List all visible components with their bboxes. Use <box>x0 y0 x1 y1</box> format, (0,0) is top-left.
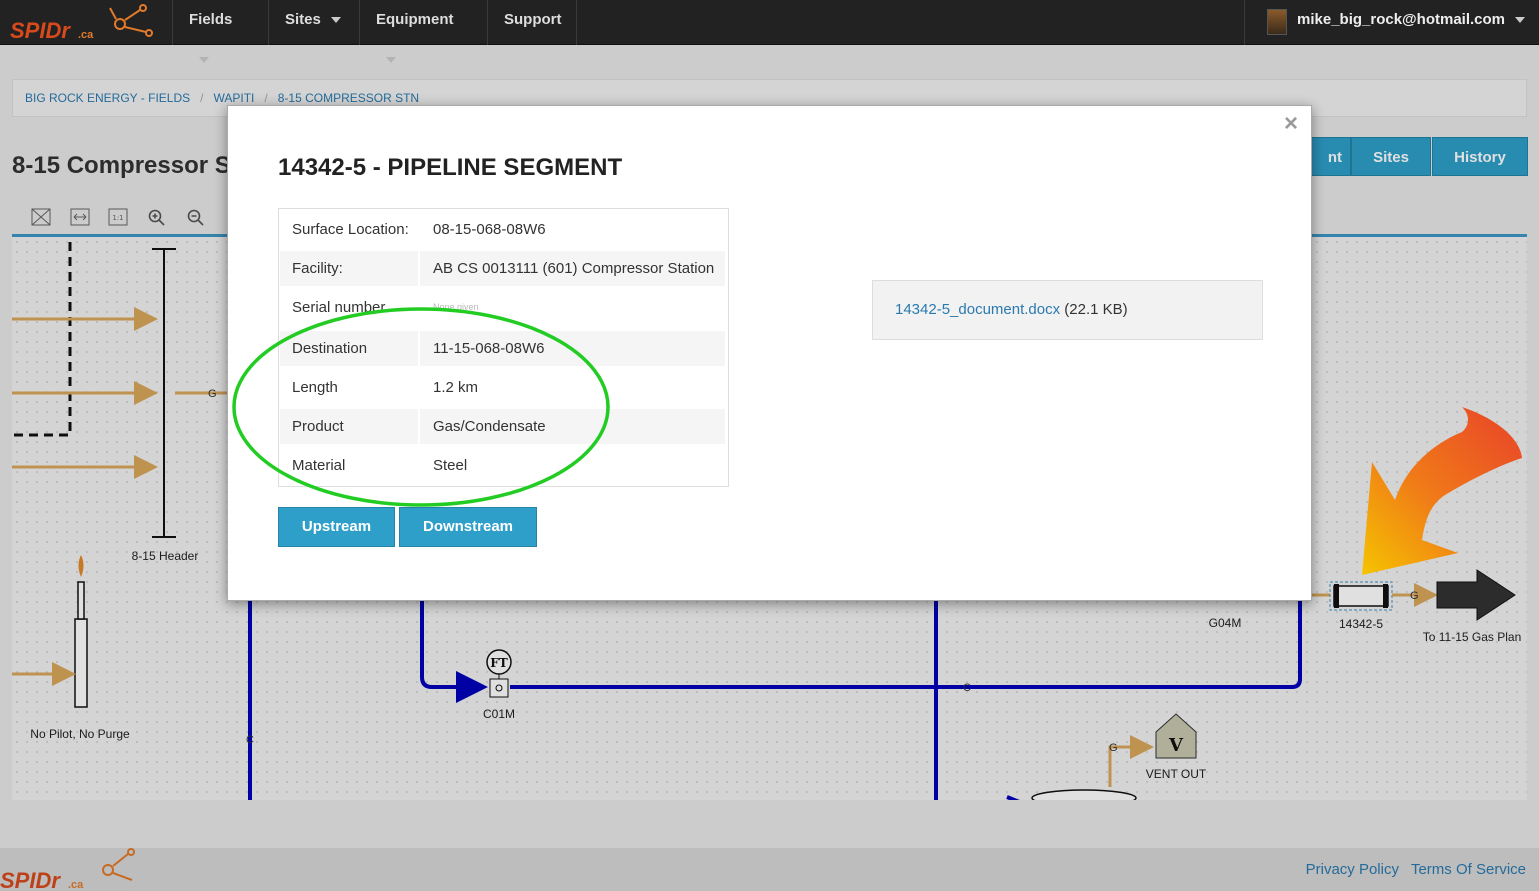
nav-sites[interactable]: Sites <box>268 0 359 45</box>
property-value: Gas/Condensate <box>420 409 725 444</box>
table-row: Surface Location: 08-15-068-08W6 <box>279 211 728 248</box>
nav-fields[interactable]: Fields <box>172 0 268 64</box>
nav-support[interactable]: Support <box>487 0 577 45</box>
close-icon[interactable]: × <box>1284 110 1298 138</box>
pipeline-segment-modal: × 14342-5 - PIPELINE SEGMENT Surface Loc… <box>227 105 1312 601</box>
user-menu[interactable]: mike_big_rock@hotmail.com <box>1244 0 1539 45</box>
property-value: None given <box>433 302 479 312</box>
document-attachment: 14342-5_document.docx (22.1 KB) <box>872 280 1263 340</box>
nav-fields-label: Fields <box>189 11 233 28</box>
chevron-down-icon <box>330 17 341 24</box>
property-key: Facility: <box>280 251 418 286</box>
avatar <box>1267 9 1287 35</box>
table-row: Serial number None given <box>279 289 728 326</box>
document-link[interactable]: 14342-5_document.docx <box>895 301 1060 318</box>
spidr-logo[interactable]: SPIDr .ca <box>8 2 158 44</box>
table-row: Facility: AB CS 0013111 (601) Compressor … <box>279 250 728 287</box>
downstream-button[interactable]: Downstream <box>399 507 537 547</box>
modal-title: 14342-5 - PIPELINE SEGMENT <box>278 154 623 181</box>
nav-support-label: Support <box>504 11 562 28</box>
table-row: Length 1.2 km <box>279 369 728 406</box>
property-value: Steel <box>433 457 468 474</box>
top-navbar: SPIDr .ca Fields Sites Equipment Support… <box>0 0 1539 64</box>
property-value: AB CS 0013111 (601) Compressor Station <box>420 251 725 286</box>
chevron-down-icon <box>1515 17 1525 23</box>
property-value: 08-15-068-08W6 <box>433 221 546 238</box>
property-key: Length <box>292 379 338 396</box>
property-value: 11-15-068-08W6 <box>420 331 725 366</box>
property-key: Serial number <box>292 299 386 316</box>
property-key: Surface Location: <box>292 221 409 238</box>
nav-equipment[interactable]: Equipment <box>359 0 487 64</box>
property-key: Destination <box>280 331 418 366</box>
svg-text:.ca: .ca <box>78 29 94 41</box>
nav-equipment-label: Equipment <box>376 11 454 28</box>
property-value: 1.2 km <box>433 379 479 396</box>
table-row: Product Gas/Condensate <box>279 408 728 445</box>
property-key: Material <box>292 457 346 474</box>
nav-sites-label: Sites <box>285 11 321 28</box>
user-email: mike_big_rock@hotmail.com <box>1297 11 1506 28</box>
document-size: (22.1 KB) <box>1064 301 1128 318</box>
upstream-button[interactable]: Upstream <box>278 507 395 547</box>
properties-table: Surface Location: 08-15-068-08W6 Facility… <box>278 208 729 487</box>
property-key: Product <box>280 409 418 444</box>
svg-text:SPIDr: SPIDr <box>10 18 71 43</box>
table-row: Material Steel <box>279 447 728 484</box>
table-row: Destination 11-15-068-08W6 <box>279 330 728 367</box>
